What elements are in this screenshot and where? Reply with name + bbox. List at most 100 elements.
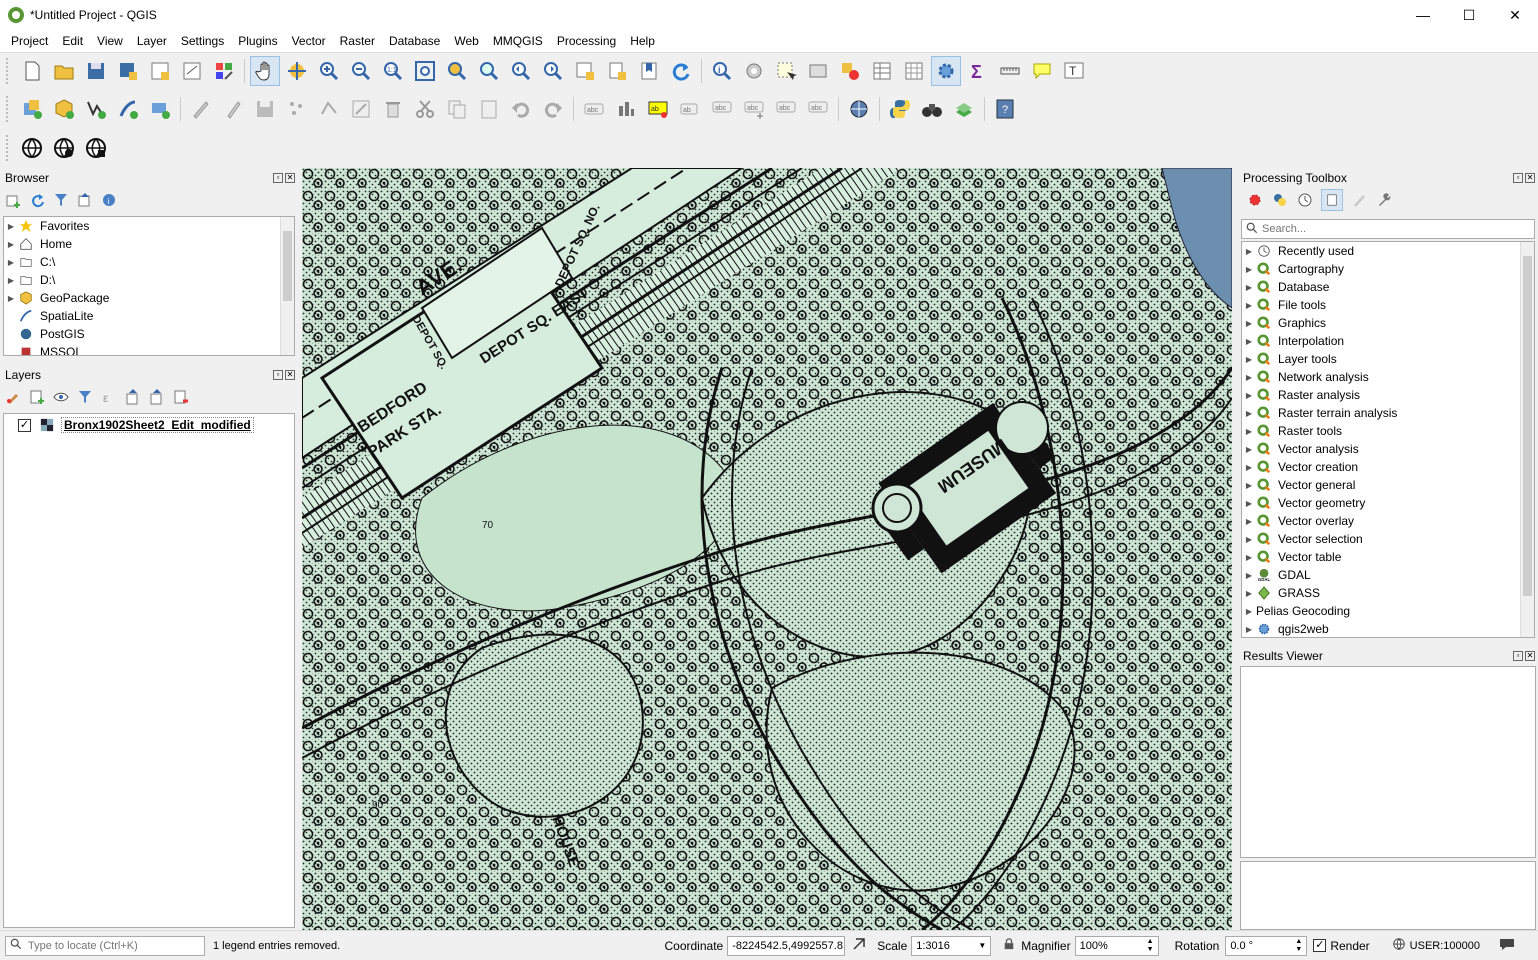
new-bookmark-icon[interactable] (634, 56, 664, 86)
expand-arrow-icon[interactable]: ▶ (1242, 463, 1256, 472)
new-spatialite-layer-icon[interactable] (113, 94, 143, 124)
cut-features-icon[interactable] (410, 94, 440, 124)
remove-layer-icon[interactable] (172, 388, 190, 406)
tree-item[interactable]: SpatiaLite (4, 307, 294, 325)
render-checkbox[interactable]: ✓ (1313, 939, 1327, 952)
search-binoculars-icon[interactable] (917, 94, 947, 124)
redo-icon[interactable] (538, 94, 568, 124)
style-brush-icon[interactable] (4, 388, 22, 406)
minimize-button[interactable]: — (1400, 0, 1446, 30)
pan-hand-icon[interactable] (250, 55, 280, 86)
toolbox-item[interactable]: ▶ GRASS (1242, 584, 1534, 602)
locator-input[interactable] (28, 939, 198, 952)
menu-settings[interactable]: Settings (174, 34, 231, 48)
zoom-next-icon[interactable] (538, 56, 568, 86)
zoom-to-layer-icon[interactable] (474, 56, 504, 86)
expand-arrow-icon[interactable]: ▶ (1242, 571, 1256, 580)
expand-arrow-icon[interactable]: ▶ (1242, 445, 1256, 454)
menu-edit[interactable]: Edit (55, 34, 90, 48)
menu-view[interactable]: View (90, 34, 130, 48)
collapse-all-icon[interactable] (148, 388, 166, 406)
toolbox-item[interactable]: ▶ Vector table (1242, 548, 1534, 566)
add-group-icon[interactable] (28, 388, 46, 406)
layer-row[interactable]: ✓ Bronx1902Sheet2_Edit_modified (4, 416, 294, 434)
new-shapefile-layer-icon[interactable] (81, 94, 111, 124)
scale-combobox[interactable]: 1:3016 ▼ (911, 935, 992, 956)
toolbar-grip[interactable] (6, 96, 12, 122)
toolbox-item[interactable]: ▶ GDAL GDAL (1242, 566, 1534, 584)
toolbox-item[interactable]: ▶ File tools (1242, 296, 1534, 314)
vertex-tool-icon[interactable] (314, 94, 344, 124)
pan-to-selection-icon[interactable] (282, 56, 312, 86)
toolbox-item[interactable]: ▶ Interpolation (1242, 332, 1534, 350)
expand-arrow-icon[interactable]: ▶ (1242, 319, 1256, 328)
menu-database[interactable]: Database (382, 34, 447, 48)
toolbox-item[interactable]: ▶ Pelias Geocoding (1242, 602, 1534, 620)
expand-arrow-icon[interactable]: ▶ (1242, 337, 1256, 346)
filter-expression-icon[interactable]: ε (100, 388, 118, 406)
globe-batch-geocode-icon[interactable] (81, 133, 111, 163)
expand-arrow-icon[interactable]: ▶ (1242, 607, 1256, 616)
zoom-full-icon[interactable] (410, 56, 440, 86)
scripts-python-icon[interactable] (1271, 191, 1289, 209)
pin-labels-icon[interactable]: ab (675, 94, 705, 124)
save-as-icon[interactable] (113, 56, 143, 86)
open-project-icon[interactable] (49, 56, 79, 86)
maximize-button[interactable]: ☐ (1446, 0, 1492, 30)
models-icon[interactable] (1246, 191, 1264, 209)
toolbox-item[interactable]: ▶ Layer tools (1242, 350, 1534, 368)
select-by-value-icon[interactable] (803, 56, 833, 86)
expand-arrow-icon[interactable]: ▶ (1242, 499, 1256, 508)
float-panel-button[interactable]: ▫ (273, 370, 283, 380)
measure-line-icon[interactable] (995, 56, 1025, 86)
new-geopackage-layer-icon[interactable] (49, 94, 79, 124)
add-selected-layers-icon[interactable] (4, 191, 22, 209)
close-panel-button[interactable]: ✕ (285, 370, 295, 380)
layer-diagram-icon[interactable] (611, 94, 641, 124)
toolbox-item[interactable]: ▶ Vector general (1242, 476, 1534, 494)
menu-mmqgis[interactable]: MMQGIS (486, 34, 550, 48)
add-feature-icon[interactable] (282, 94, 312, 124)
expand-arrow-icon[interactable]: ▶ (1242, 265, 1256, 274)
python-console-icon[interactable] (885, 94, 915, 124)
undo-icon[interactable] (506, 94, 536, 124)
help-icon[interactable]: ? (990, 94, 1020, 124)
manage-visibility-eye-icon[interactable] (52, 388, 70, 406)
expand-arrow-icon[interactable]: ▶ (1242, 589, 1256, 598)
delete-selected-icon[interactable] (378, 94, 408, 124)
save-edits-icon[interactable] (250, 94, 280, 124)
menu-help[interactable]: Help (623, 34, 662, 48)
tree-item[interactable]: ▶ GeoPackage (4, 289, 294, 307)
toolbox-item[interactable]: ▶ qgis2web (1242, 620, 1534, 637)
select-features-icon[interactable] (771, 56, 801, 86)
toggle-editing-icon[interactable] (218, 94, 248, 124)
paste-features-icon[interactable] (474, 94, 504, 124)
qgis2web-icon[interactable] (949, 94, 979, 124)
menu-web[interactable]: Web (447, 34, 485, 48)
options-wrench-icon[interactable] (1375, 191, 1393, 209)
attribute-table-icon[interactable] (867, 56, 897, 86)
results-list[interactable] (1240, 666, 1536, 858)
toolbox-item[interactable]: ▶ Raster tools (1242, 422, 1534, 440)
toolbox-item[interactable]: ▶ Recently used (1242, 242, 1534, 260)
processing-toolbox-icon[interactable] (931, 55, 961, 86)
tree-item[interactable]: ▶ Home (4, 235, 294, 253)
expand-arrow-icon[interactable]: ▶ (1242, 355, 1256, 364)
expand-arrow-icon[interactable]: ▶ (1242, 427, 1256, 436)
menu-plugins[interactable]: Plugins (231, 34, 284, 48)
deselect-features-icon[interactable] (835, 56, 865, 86)
tree-item[interactable]: ▶ Favorites (4, 217, 294, 235)
menu-layer[interactable]: Layer (130, 34, 174, 48)
lock-scale-icon[interactable] (1003, 938, 1015, 953)
rotation-spinbox[interactable]: 0.0 ° ▲ ▼ (1225, 935, 1308, 956)
properties-info-icon[interactable]: i (100, 191, 118, 209)
map-tips-icon[interactable] (1027, 56, 1057, 86)
globe-reverse-geocode-icon[interactable] (49, 133, 79, 163)
toolbox-item[interactable]: ▶ Network analysis (1242, 368, 1534, 386)
new-print-layout-icon[interactable] (145, 56, 175, 86)
results-viewer-icon[interactable] (1321, 189, 1343, 211)
menu-project[interactable]: Project (4, 34, 55, 48)
data-source-manager-icon[interactable] (17, 94, 47, 124)
expand-arrow-icon[interactable]: ▶ (1242, 283, 1256, 292)
zoom-in-icon[interactable] (314, 56, 344, 86)
